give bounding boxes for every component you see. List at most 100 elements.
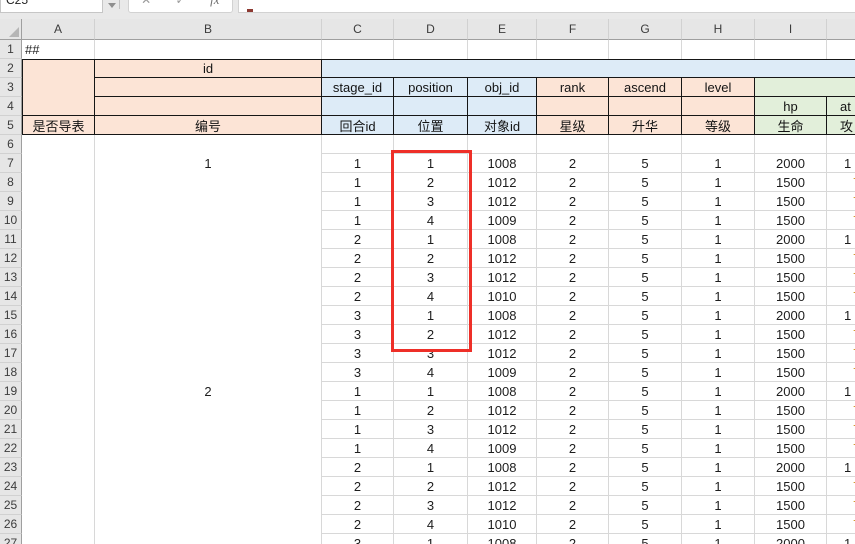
cell-F17[interactable]: 2 [537,344,609,363]
cell-G10[interactable]: 5 [609,211,682,230]
row-header-11[interactable]: 11 [0,230,22,249]
cell-H25[interactable]: 1 [682,496,755,515]
cell-D26[interactable]: 4 [394,515,468,534]
cell-C17[interactable]: 3 [322,344,394,363]
cell-B24[interactable] [95,477,322,496]
cell-I11[interactable]: 2000 [755,230,827,249]
cell-H14[interactable]: 1 [682,287,755,306]
cell-J18[interactable]: 7 [827,363,855,382]
cell-F20[interactable]: 2 [537,401,609,420]
cell-F19[interactable]: 2 [537,382,609,401]
cell-D3-position[interactable]: position [394,78,468,97]
cell-E23[interactable]: 1008 [468,458,537,477]
cell-E20[interactable]: 1012 [468,401,537,420]
cell-D24[interactable]: 2 [394,477,468,496]
cell-J11[interactable]: 1 [827,230,855,249]
cell-J13[interactable]: 7 [827,268,855,287]
column-header-A[interactable]: A [22,19,95,40]
cell-H4[interactable] [682,97,755,116]
cell-H6[interactable] [682,135,755,154]
cell-G8[interactable]: 5 [609,173,682,192]
cell-H17[interactable]: 1 [682,344,755,363]
cell-H10[interactable]: 1 [682,211,755,230]
column-header-G[interactable]: G [609,19,682,40]
cell-I15[interactable]: 2000 [755,306,827,325]
cell-B8[interactable] [95,173,322,192]
cell-E14[interactable]: 1010 [468,287,537,306]
cell-B21[interactable] [95,420,322,439]
cell-B25[interactable] [95,496,322,515]
cell-E5-obj-id-cn[interactable]: 对象id [468,116,537,135]
cell-B27[interactable] [95,534,322,544]
cell-F16[interactable]: 2 [537,325,609,344]
cell-A15[interactable] [22,306,95,325]
cell-B2-id[interactable]: id [95,59,322,78]
cell-E22[interactable]: 1009 [468,439,537,458]
cell-J26[interactable]: 7 [827,515,855,534]
cell-F24[interactable]: 2 [537,477,609,496]
cell-A16[interactable] [22,325,95,344]
cell-G16[interactable]: 5 [609,325,682,344]
cell-F9[interactable]: 2 [537,192,609,211]
cell-I22[interactable]: 1500 [755,439,827,458]
cell-I21[interactable]: 1500 [755,420,827,439]
cell-H13[interactable]: 1 [682,268,755,287]
cell-F12[interactable]: 2 [537,249,609,268]
cell-J10[interactable]: 7 [827,211,855,230]
cell-C5-round-id[interactable]: 回合id [322,116,394,135]
cell-A21[interactable] [22,420,95,439]
cell-E25[interactable]: 1012 [468,496,537,515]
cell-F26[interactable]: 2 [537,515,609,534]
row-header-10[interactable]: 10 [0,211,22,230]
cell-G7[interactable]: 5 [609,154,682,173]
cell-F13[interactable]: 2 [537,268,609,287]
cell-I26[interactable]: 1500 [755,515,827,534]
row-header-5[interactable]: 5 [0,116,22,135]
cell-F10[interactable]: 2 [537,211,609,230]
cell-J12[interactable]: 7 [827,249,855,268]
cell-I5-hp-cn[interactable]: 生命 [755,116,827,135]
cell-F8[interactable]: 2 [537,173,609,192]
cell-H12[interactable]: 1 [682,249,755,268]
cell-A17[interactable] [22,344,95,363]
row-header-22[interactable]: 22 [0,439,22,458]
cell-C23[interactable]: 2 [322,458,394,477]
cell-A9[interactable] [22,192,95,211]
cell-C26[interactable]: 2 [322,515,394,534]
cell-I20[interactable]: 1500 [755,401,827,420]
cell-B10[interactable] [95,211,322,230]
cell-C8[interactable]: 1 [322,173,394,192]
cell-I27[interactable]: 2000 [755,534,827,544]
row-header-6[interactable]: 6 [0,135,22,154]
cell-G26[interactable]: 5 [609,515,682,534]
row-header-25[interactable]: 25 [0,496,22,515]
cell-G25[interactable]: 5 [609,496,682,515]
row-header-19[interactable]: 19 [0,382,22,401]
cell-F11[interactable]: 2 [537,230,609,249]
cell-E19[interactable]: 1008 [468,382,537,401]
cell-H16[interactable]: 1 [682,325,755,344]
cell-B4[interactable] [95,97,322,116]
cell-G20[interactable]: 5 [609,401,682,420]
cell-J22[interactable]: 7 [827,439,855,458]
cell-D21[interactable]: 3 [394,420,468,439]
cell-G13[interactable]: 5 [609,268,682,287]
cell-A5-export-flag[interactable]: 是否导表 [22,116,95,135]
formula-bar-input[interactable] [238,0,855,13]
cell-F6[interactable] [537,135,609,154]
cell-J4-atk-clipped[interactable]: at [827,97,855,116]
column-header-F[interactable]: F [537,19,609,40]
row-header-4[interactable]: 4 [0,97,22,116]
cell-D18[interactable]: 4 [394,363,468,382]
cell-J14[interactable]: 7 [827,287,855,306]
cell-B12[interactable] [95,249,322,268]
cell-G22[interactable]: 5 [609,439,682,458]
cell-J23[interactable]: 1 [827,458,855,477]
cell-C22[interactable]: 1 [322,439,394,458]
cell-row1-blank[interactable] [827,40,855,59]
cell-A10[interactable] [22,211,95,230]
cell-G19[interactable]: 5 [609,382,682,401]
cell-I16[interactable]: 1500 [755,325,827,344]
cell-B22[interactable] [95,439,322,458]
cell-D27[interactable]: 1 [394,534,468,544]
